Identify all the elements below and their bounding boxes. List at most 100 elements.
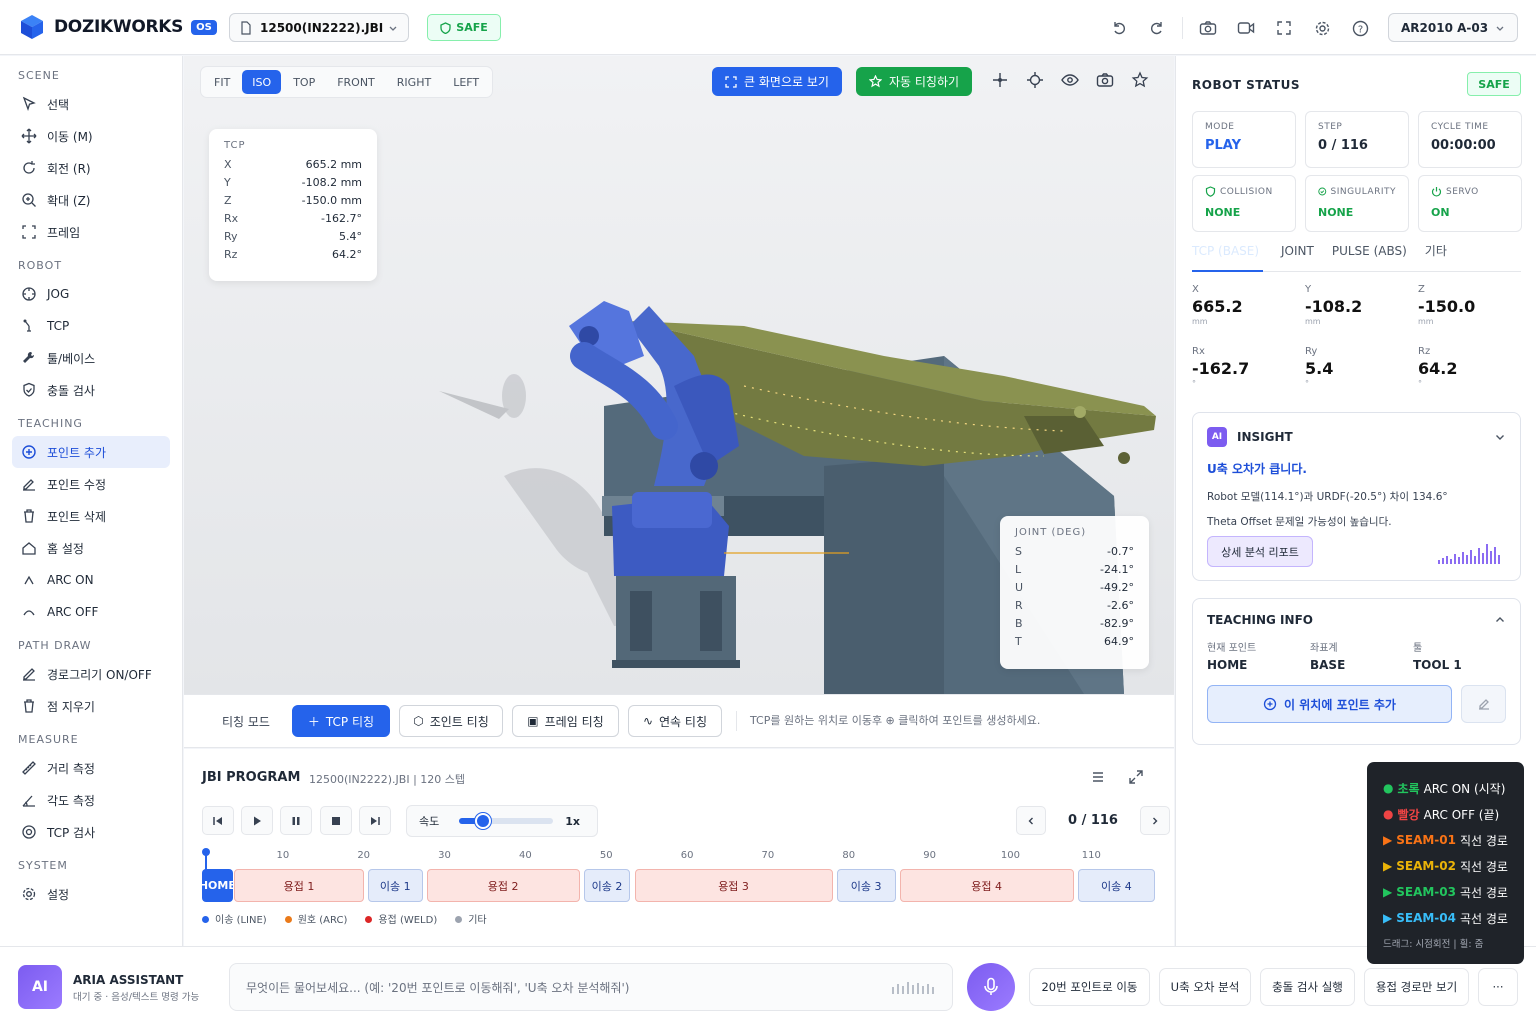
chevron-up-icon[interactable] <box>1494 614 1506 626</box>
view-tab-front[interactable]: FRONT <box>327 70 385 94</box>
sidebar-item[interactable]: ARC OFF <box>12 596 170 628</box>
frame-teach-button[interactable]: ▣ 프레임 티칭 <box>511 705 619 737</box>
angle-icon <box>21 792 37 808</box>
view-tab-iso[interactable]: ISO <box>242 70 282 94</box>
view-tab-top[interactable]: TOP <box>283 70 325 94</box>
timeline-segment-move[interactable]: 이송 2 <box>583 869 631 902</box>
sidebar-item[interactable]: 충돌 검사 <box>12 374 170 406</box>
timeline-segment-weld[interactable]: 용접 4 <box>899 869 1074 902</box>
timeline-segment-weld[interactable]: 용접 2 <box>426 869 580 902</box>
sidebar-item[interactable]: 확대 (Z) <box>12 184 170 216</box>
insight-line-1: Robot 모델(114.1°)과 URDF(-20.5°) 차이 134.6° <box>1207 491 1448 503</box>
fullscreen-view-button[interactable]: 큰 화면으로 보기 <box>712 67 842 96</box>
add-point-here-button[interactable]: 이 위치에 포인트 추가 <box>1207 685 1452 723</box>
readout-row: U -49.2° <box>1015 579 1134 597</box>
sidebar-item[interactable]: TCP 검사 <box>12 816 170 848</box>
detail-report-button[interactable]: 상세 분석 리포트 <box>1207 536 1313 567</box>
sidebar-item[interactable]: 홈 설정 <box>12 532 170 564</box>
quick-collision-check[interactable]: 충돌 검사 실행 <box>1260 968 1355 1006</box>
stop-button[interactable] <box>320 806 352 835</box>
skip-end-button[interactable] <box>359 806 391 835</box>
prev-step-button[interactable] <box>1016 806 1046 835</box>
chevron-down-icon[interactable] <box>1494 431 1506 443</box>
quick-move-point-20[interactable]: 20번 포인트로 이동 <box>1029 968 1150 1006</box>
eye-icon[interactable] <box>1060 70 1080 90</box>
list-icon[interactable] <box>1090 769 1106 785</box>
joint-panel-title: JOINT (DEG) <box>1015 527 1087 538</box>
view-tab-fit[interactable]: FIT <box>204 70 240 94</box>
sidebar-item[interactable]: TCP <box>12 310 170 342</box>
skip-start-button[interactable] <box>202 806 234 835</box>
sidebar-item[interactable]: 툴/베이스 <box>12 342 170 374</box>
speed-slider[interactable] <box>459 813 554 829</box>
sidebar-item[interactable]: JOG <box>12 278 170 310</box>
auto-teach-button[interactable]: 자동 티칭하기 <box>856 67 972 96</box>
readout-value: 64.2° <box>332 248 362 261</box>
view-tab-left[interactable]: LEFT <box>443 70 489 94</box>
status-card-label: CYCLE TIME <box>1431 122 1489 132</box>
timeline-segment-move[interactable]: 이송 4 <box>1077 869 1156 902</box>
timeline-segment-home[interactable]: HOME <box>199 869 236 902</box>
tcp-teach-button[interactable]: ＋ TCP 티칭 <box>291 705 390 737</box>
view-tab-right[interactable]: RIGHT <box>387 70 441 94</box>
coord-y: Y -108.2 mm <box>1305 284 1405 326</box>
timeline-segment-weld[interactable]: 용접 1 <box>234 869 364 902</box>
sidebar-item[interactable]: 설정 <box>12 878 170 910</box>
crosshair-icon[interactable] <box>1025 70 1045 90</box>
continuous-teach-button[interactable]: ∿ 연속 티칭 <box>627 705 722 737</box>
sidebar-item[interactable]: 포인트 수정 <box>12 468 170 500</box>
program-timeline[interactable]: HOME 용접 1 이송 1 용접 2 이송 2 용접 3 이송 3 용접 4 이송 4 <box>199 869 1156 903</box>
status-tab[interactable]: 기타 <box>1425 242 1447 272</box>
expand-icon[interactable] <box>1128 769 1144 785</box>
camera-icon[interactable] <box>1095 70 1115 90</box>
tooltip-key: 초록 <box>1397 781 1420 796</box>
camera-icon[interactable] <box>1194 14 1222 42</box>
3d-viewport[interactable]: TCP X 665.2 mm Y -108.2 mm Z -150.0 mm Rx -162.… <box>184 56 1174 694</box>
tooltip-key: SEAM-03 <box>1396 885 1456 899</box>
play-button[interactable] <box>241 806 273 835</box>
readout-row: Rz 64.2° <box>224 246 362 264</box>
joint-teach-button[interactable]: ⬡ 조인트 티칭 <box>398 705 503 737</box>
brand: DOZIKWORKS OS <box>20 14 220 40</box>
sidebar-item[interactable]: 경로그리기 ON/OFF <box>12 658 170 690</box>
redo-icon[interactable] <box>1143 14 1171 42</box>
sidebar-item[interactable]: 선택 <box>12 88 170 120</box>
arc-on-icon <box>21 572 37 588</box>
sidebar-item[interactable]: 포인트 추가 <box>12 436 170 468</box>
microphone-button[interactable] <box>967 963 1015 1011</box>
undo-icon[interactable] <box>1105 14 1133 42</box>
favorite-star-icon[interactable] <box>1130 70 1150 90</box>
fullscreen-icon[interactable] <box>1270 14 1298 42</box>
speed-slider-handle[interactable] <box>474 813 491 829</box>
readout-row: X 665.2 mm <box>224 156 362 174</box>
status-tab[interactable]: PULSE (ABS) <box>1332 242 1407 272</box>
sidebar-item[interactable]: 이동 (M) <box>12 120 170 152</box>
status-tab[interactable]: JOINT <box>1281 242 1314 272</box>
sidebar-item[interactable]: 포인트 삭제 <box>12 500 170 532</box>
playhead-marker[interactable] <box>202 848 210 870</box>
sidebar-item[interactable]: 각도 측정 <box>12 784 170 816</box>
sidebar-item[interactable]: 거리 측정 <box>12 752 170 784</box>
help-icon[interactable]: ? <box>1346 14 1374 42</box>
move-axes-icon[interactable] <box>990 70 1010 90</box>
status-tab[interactable]: TCP (BASE) <box>1192 242 1263 272</box>
timeline-segment-weld[interactable]: 용접 3 <box>634 869 833 902</box>
timeline-segment-move[interactable]: 이송 3 <box>836 869 896 902</box>
gear-icon[interactable] <box>1308 14 1336 42</box>
file-selector[interactable]: 12500(IN2222).JBI <box>229 13 409 42</box>
sidebar-item[interactable]: 점 지우기 <box>12 690 170 722</box>
sidebar-item[interactable]: 회전 (R) <box>12 152 170 184</box>
next-step-button[interactable] <box>1140 806 1170 835</box>
video-icon[interactable] <box>1232 14 1260 42</box>
sidebar-item[interactable]: ARC ON <box>12 564 170 596</box>
edit-point-button[interactable] <box>1461 685 1506 723</box>
more-options-button[interactable]: ··· <box>1478 968 1518 1006</box>
pause-button[interactable] <box>280 806 312 835</box>
tooltip-key: SEAM-02 <box>1396 859 1456 873</box>
quick-u-axis-analysis[interactable]: U축 오차 분석 <box>1159 968 1251 1006</box>
timeline-segment-move[interactable]: 이송 1 <box>367 869 423 902</box>
robot-selector[interactable]: AR2010 A-03 <box>1388 13 1518 42</box>
sidebar-item[interactable]: 프레임 <box>12 216 170 248</box>
quick-weld-path-only[interactable]: 용접 경로만 보기 <box>1364 968 1469 1006</box>
assistant-input[interactable]: 무엇이든 물어보세요... (예: '20번 포인트로 이동해줘', 'U축 오… <box>229 963 953 1011</box>
